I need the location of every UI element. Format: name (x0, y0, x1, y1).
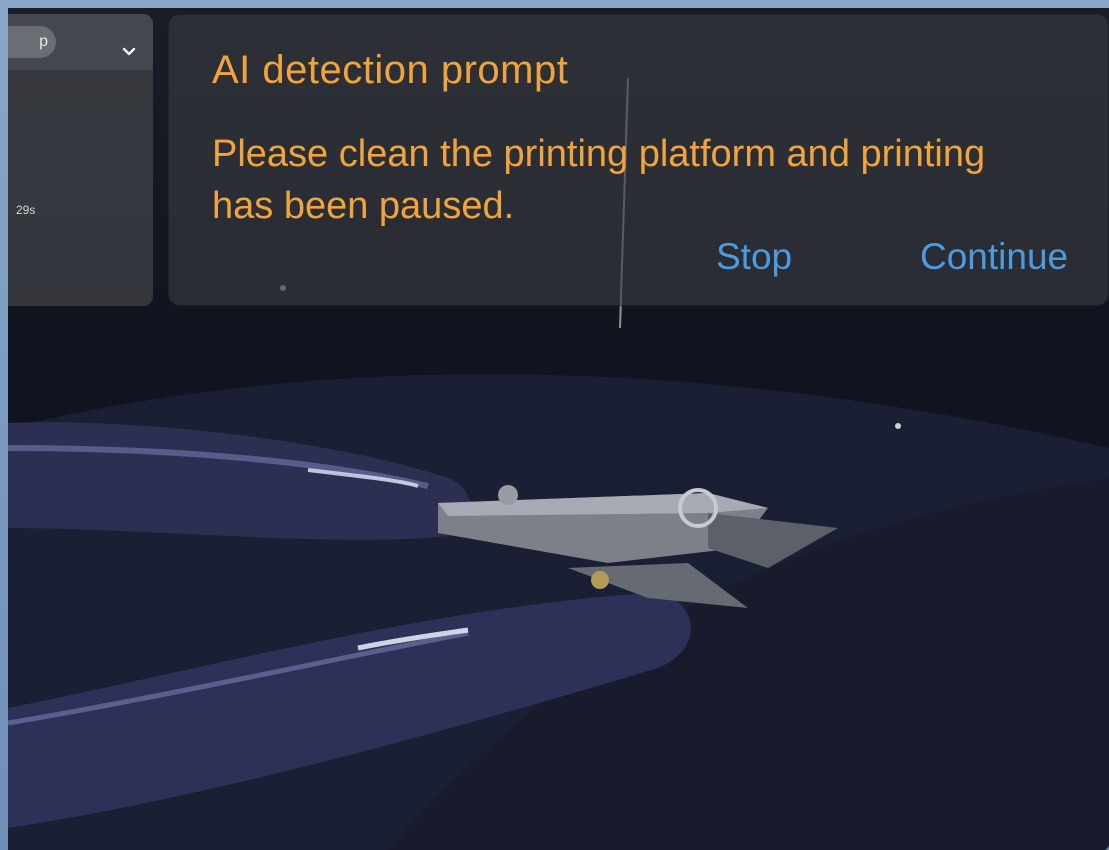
status-side-panel: p 29s (8, 14, 153, 306)
elapsed-time: 29s (16, 203, 36, 217)
ai-detection-dialog: AI detection prompt Please clean the pri… (168, 14, 1109, 306)
app-frame: p 29s AI detection prompt Please clean t… (0, 0, 1109, 850)
mode-selector[interactable]: p (8, 26, 56, 58)
stop-button[interactable]: Stop (716, 236, 792, 278)
mode-label: p (39, 33, 48, 50)
dialog-title: AI detection prompt (212, 48, 569, 92)
dialog-message: Please clean the printing platform and p… (212, 133, 986, 227)
continue-button[interactable]: Continue (920, 236, 1068, 278)
chevron-down-icon[interactable] (121, 44, 137, 60)
